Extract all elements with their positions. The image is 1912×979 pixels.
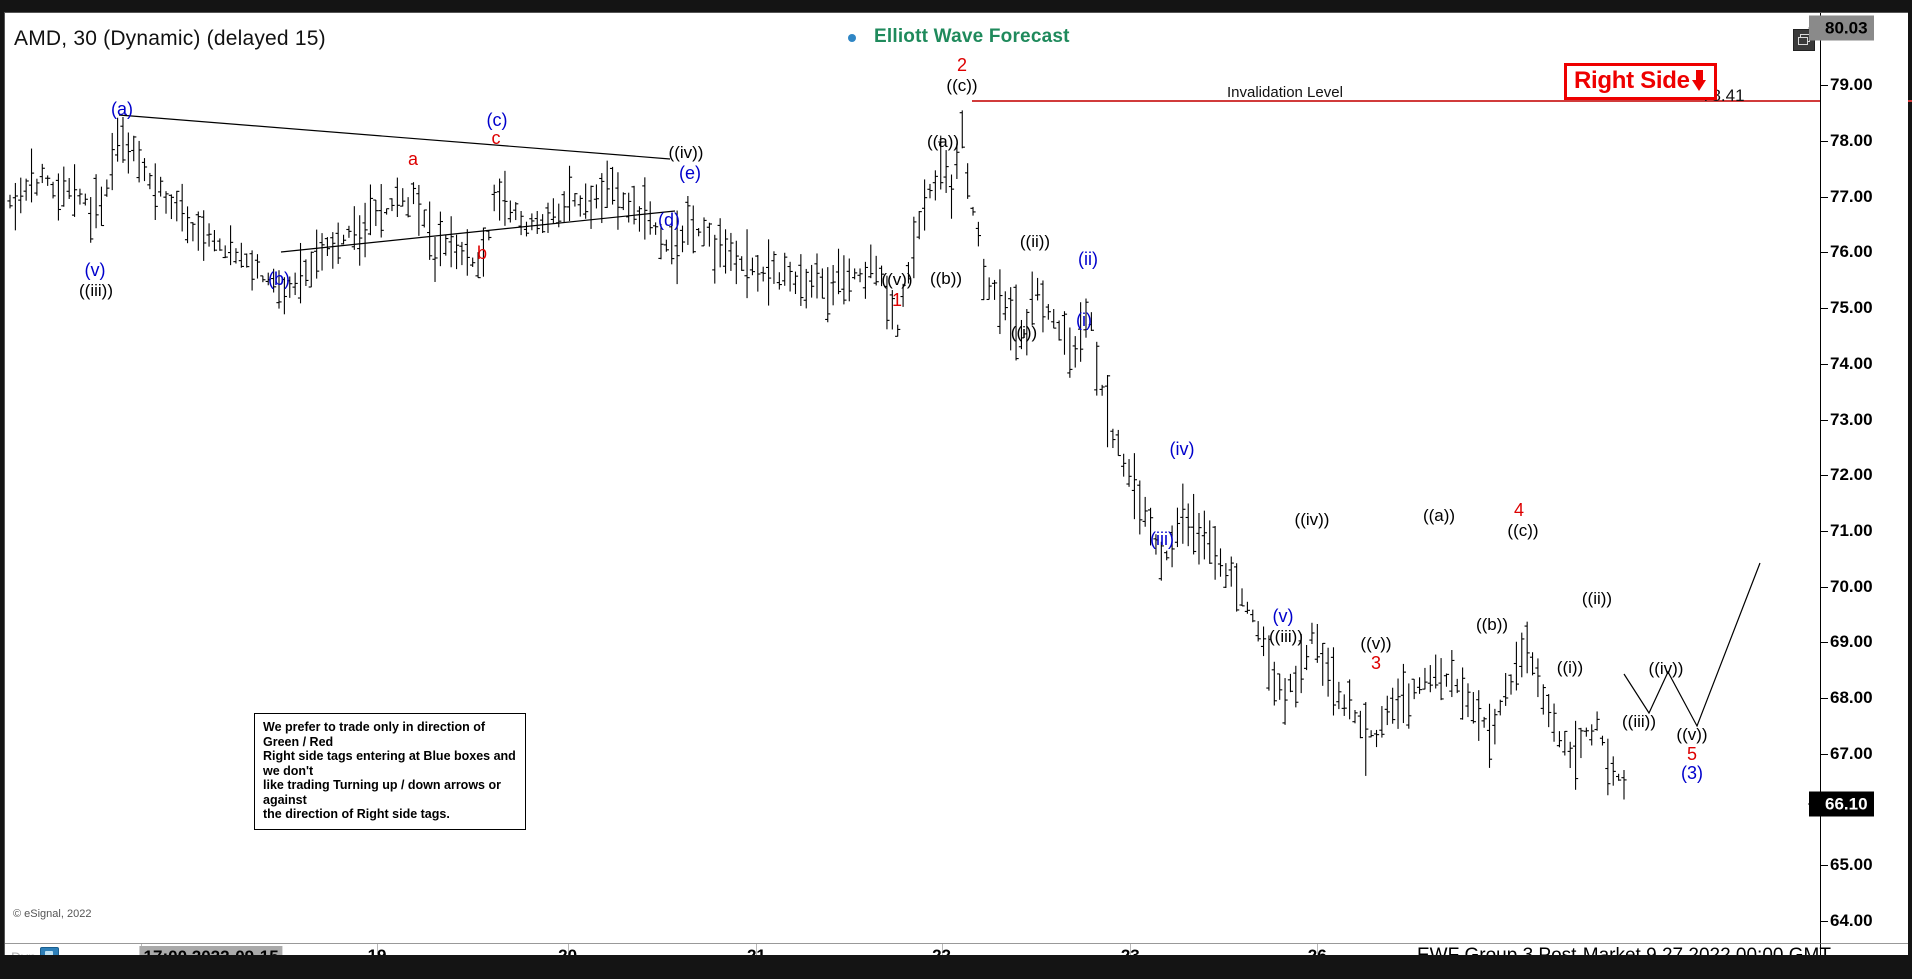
- ewf-circle-icon: [844, 26, 866, 48]
- price-axis[interactable]: 79.00 78.00 77.00 76.00 75.00 74.00 73.00 72.00…: [1808, 13, 1908, 943]
- ewf-logo-text: Elliott Wave Forecast: [874, 26, 1070, 47]
- window-frame: (a) (v) ((iii)) (b) a b c (c) ((iv)) (e) (d) ((v)) 1…: [0, 0, 1912, 979]
- price-tick: [1821, 642, 1828, 644]
- ewf-logo: Elliott Wave Forecast: [843, 25, 1070, 49]
- wave-label: (b): [268, 269, 290, 289]
- price-tick: [1821, 252, 1828, 254]
- wave-label: (iii): [1150, 529, 1174, 549]
- wave-label: ((ii)): [1019, 232, 1051, 251]
- wave-label: ((b)): [929, 269, 963, 288]
- price-tick-label: 76.00: [1830, 242, 1873, 262]
- price-tick-label: 64.00: [1830, 910, 1873, 930]
- price-tick: [1821, 865, 1828, 867]
- wave-label: (c): [486, 110, 508, 130]
- copyright-label: © eSignal, 2022: [13, 908, 92, 920]
- wave-label: ((b)): [1475, 615, 1509, 634]
- wave-label: ((a)): [926, 132, 960, 151]
- wave-label: ((i)): [1556, 658, 1584, 677]
- wave-label: ((iv)): [1648, 659, 1684, 678]
- wave-label: (v): [84, 260, 106, 280]
- price-tick: [1821, 475, 1828, 477]
- price-tick-label: 68.00: [1830, 687, 1873, 707]
- price-tick-label: 67.00: [1830, 743, 1873, 763]
- price-tick: [1821, 586, 1828, 588]
- right-side-tag: Right Side: [1564, 63, 1717, 100]
- price-tick-label: 77.00: [1830, 186, 1873, 206]
- price-tick-label: 70.00: [1830, 576, 1873, 596]
- wave-label: c: [491, 128, 501, 148]
- price-high-badge: 80.03: [1809, 15, 1874, 41]
- wave-label: 4: [1513, 500, 1525, 520]
- price-tick: [1821, 419, 1828, 421]
- wave-label: (v): [1272, 606, 1294, 626]
- price-tick-label: 72.00: [1830, 465, 1873, 485]
- price-tick-label: 78.00: [1830, 131, 1873, 151]
- disclaimer-line: like trading Turning up / down arrows or…: [263, 778, 501, 807]
- wave-label: b: [476, 243, 488, 263]
- footer-strip: [4, 955, 1908, 975]
- wave-label: ((c)): [1507, 521, 1539, 540]
- chart-application: (a) (v) ((iii)) (b) a b c (c) ((iv)) (e) (d) ((v)) 1…: [0, 0, 1912, 979]
- price-tick-label: 79.00: [1830, 75, 1873, 95]
- price-tick-label: 69.00: [1830, 632, 1873, 652]
- wave-label: ((a)): [1422, 506, 1456, 525]
- right-side-tag-label: Right Side: [1574, 67, 1690, 94]
- price-tick: [1821, 85, 1828, 87]
- wave-label: ((iv)): [1294, 510, 1330, 529]
- wave-label: ((iii)): [79, 281, 113, 300]
- wave-label: ((ii)): [1581, 589, 1613, 608]
- wave-label: ((v)): [1676, 725, 1708, 744]
- wave-label: (3): [1681, 763, 1703, 783]
- wave-label: (ii): [1078, 249, 1098, 269]
- price-tick-label: 65.00: [1830, 855, 1873, 875]
- wave-label: 5: [1686, 744, 1698, 764]
- price-last-badge: 66.10: [1809, 791, 1874, 817]
- trading-disclaimer-box: We prefer to trade only in direction of …: [254, 713, 526, 830]
- price-tick-label: 75.00: [1830, 298, 1873, 318]
- wave-label: (a): [111, 99, 133, 119]
- wave-label: ((iv)): [668, 143, 704, 162]
- wave-label: ((iii)): [1622, 712, 1656, 731]
- down-arrow-icon: [1691, 70, 1707, 92]
- wave-label: ((c)): [946, 76, 978, 95]
- wave-label: ((i)): [1010, 323, 1038, 342]
- wave-label: (i): [1076, 310, 1092, 330]
- price-tick: [1821, 141, 1828, 143]
- wave-label: 1: [891, 290, 903, 310]
- wave-label: (d): [658, 210, 680, 230]
- price-tick-label: 73.00: [1830, 409, 1873, 429]
- wave-label: ((v)): [881, 270, 913, 289]
- price-tick: [1821, 920, 1828, 922]
- price-tick: [1821, 308, 1828, 310]
- invalidation-level-label: Invalidation Level: [1227, 84, 1343, 101]
- disclaimer-line: We prefer to trade only in direction of …: [263, 720, 486, 749]
- price-tick: [1821, 363, 1828, 365]
- wave-label: (e): [679, 163, 701, 183]
- wave-label: ((v)): [1360, 634, 1392, 653]
- invalidation-level-line: [972, 100, 1912, 102]
- price-tick: [1821, 697, 1828, 699]
- projected-path: [1623, 562, 1761, 728]
- price-tick: [1821, 530, 1828, 532]
- wave-label: a: [407, 149, 419, 169]
- wave-label: 2: [956, 55, 968, 75]
- disclaimer-line: Right side tags entering at Blue boxes a…: [263, 749, 516, 778]
- price-tick-label: 71.00: [1830, 520, 1873, 540]
- disclaimer-line: the direction of Right side tags.: [263, 807, 450, 821]
- wave-label: ((iii)): [1269, 627, 1303, 646]
- wave-label: (iv): [1169, 439, 1195, 459]
- chart-window: (a) (v) ((iii)) (b) a b c (c) ((iv)) (e) (d) ((v)) 1…: [4, 12, 1912, 969]
- wave-label: 3: [1370, 653, 1382, 673]
- price-tick-label: 74.00: [1830, 353, 1873, 373]
- price-tick: [1821, 196, 1828, 198]
- trendline-triangle-upper: [118, 114, 671, 160]
- ohlc-bar-group: [7, 110, 1627, 800]
- chart-title: AMD, 30 (Dynamic) (delayed 15): [14, 27, 326, 50]
- price-tick: [1821, 753, 1828, 755]
